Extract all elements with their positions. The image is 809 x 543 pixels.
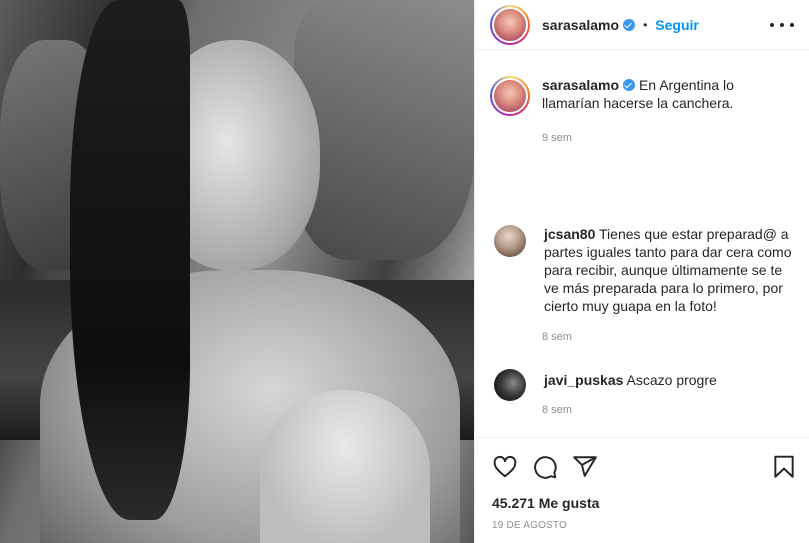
commenter-avatar[interactable] xyxy=(494,369,526,401)
caption-body: sarasalamo En Argentina lo llamarían hac… xyxy=(542,76,787,116)
heart-icon[interactable] xyxy=(492,454,518,480)
comment-username[interactable]: javi_puskas xyxy=(544,372,623,388)
comment-time[interactable]: 8 sem xyxy=(542,404,572,416)
comments-list[interactable]: sarasalamo En Argentina lo llamarían hac… xyxy=(475,51,809,436)
photo-swimsuit xyxy=(260,390,430,543)
verified-badge-icon xyxy=(623,18,636,31)
author-username[interactable]: sarasalamo xyxy=(542,17,619,33)
likes-count[interactable]: 45.271 Me gusta xyxy=(492,495,599,511)
post-date[interactable]: 19 DE AGOSTO xyxy=(492,520,567,531)
photo-hair xyxy=(70,0,190,520)
post-photo[interactable] xyxy=(0,0,474,543)
post-header: sarasalamo • Seguir xyxy=(475,0,809,50)
comment-icon[interactable] xyxy=(532,454,558,480)
caption-time[interactable]: 9 sem xyxy=(542,132,572,144)
author-avatar[interactable] xyxy=(490,4,530,45)
post-side-panel: sarasalamo • Seguir sarasalamo En Argent… xyxy=(474,0,809,543)
header-separator: • xyxy=(643,17,648,32)
comment-item: javi_puskas Ascazo progre 8 sem xyxy=(490,369,805,416)
comment-username[interactable]: jcsan80 xyxy=(544,226,595,242)
instagram-post: sarasalamo • Seguir sarasalamo En Argent… xyxy=(0,0,809,543)
caption-username[interactable]: sarasalamo xyxy=(542,77,619,93)
comment-time[interactable]: 8 sem xyxy=(542,331,572,343)
caption-avatar[interactable] xyxy=(490,76,530,116)
photo-rock-right xyxy=(294,0,474,260)
comment-text: Ascazo progre xyxy=(626,372,717,388)
comment-body: jcsan80 Tienes que estar preparad@ a par… xyxy=(544,225,792,315)
follow-button[interactable]: Seguir xyxy=(655,17,699,33)
comment-item: jcsan80 Tienes que estar preparad@ a par… xyxy=(490,225,805,343)
verified-badge-icon xyxy=(623,79,636,91)
post-actions: 45.271 Me gusta 19 DE AGOSTO xyxy=(475,437,809,543)
commenter-avatar[interactable] xyxy=(494,225,526,257)
bookmark-icon[interactable] xyxy=(771,454,797,480)
more-options-icon[interactable] xyxy=(770,20,794,30)
caption: sarasalamo En Argentina lo llamarían hac… xyxy=(490,76,805,144)
share-icon[interactable] xyxy=(572,454,598,480)
comment-body: javi_puskas Ascazo progre xyxy=(544,371,792,401)
